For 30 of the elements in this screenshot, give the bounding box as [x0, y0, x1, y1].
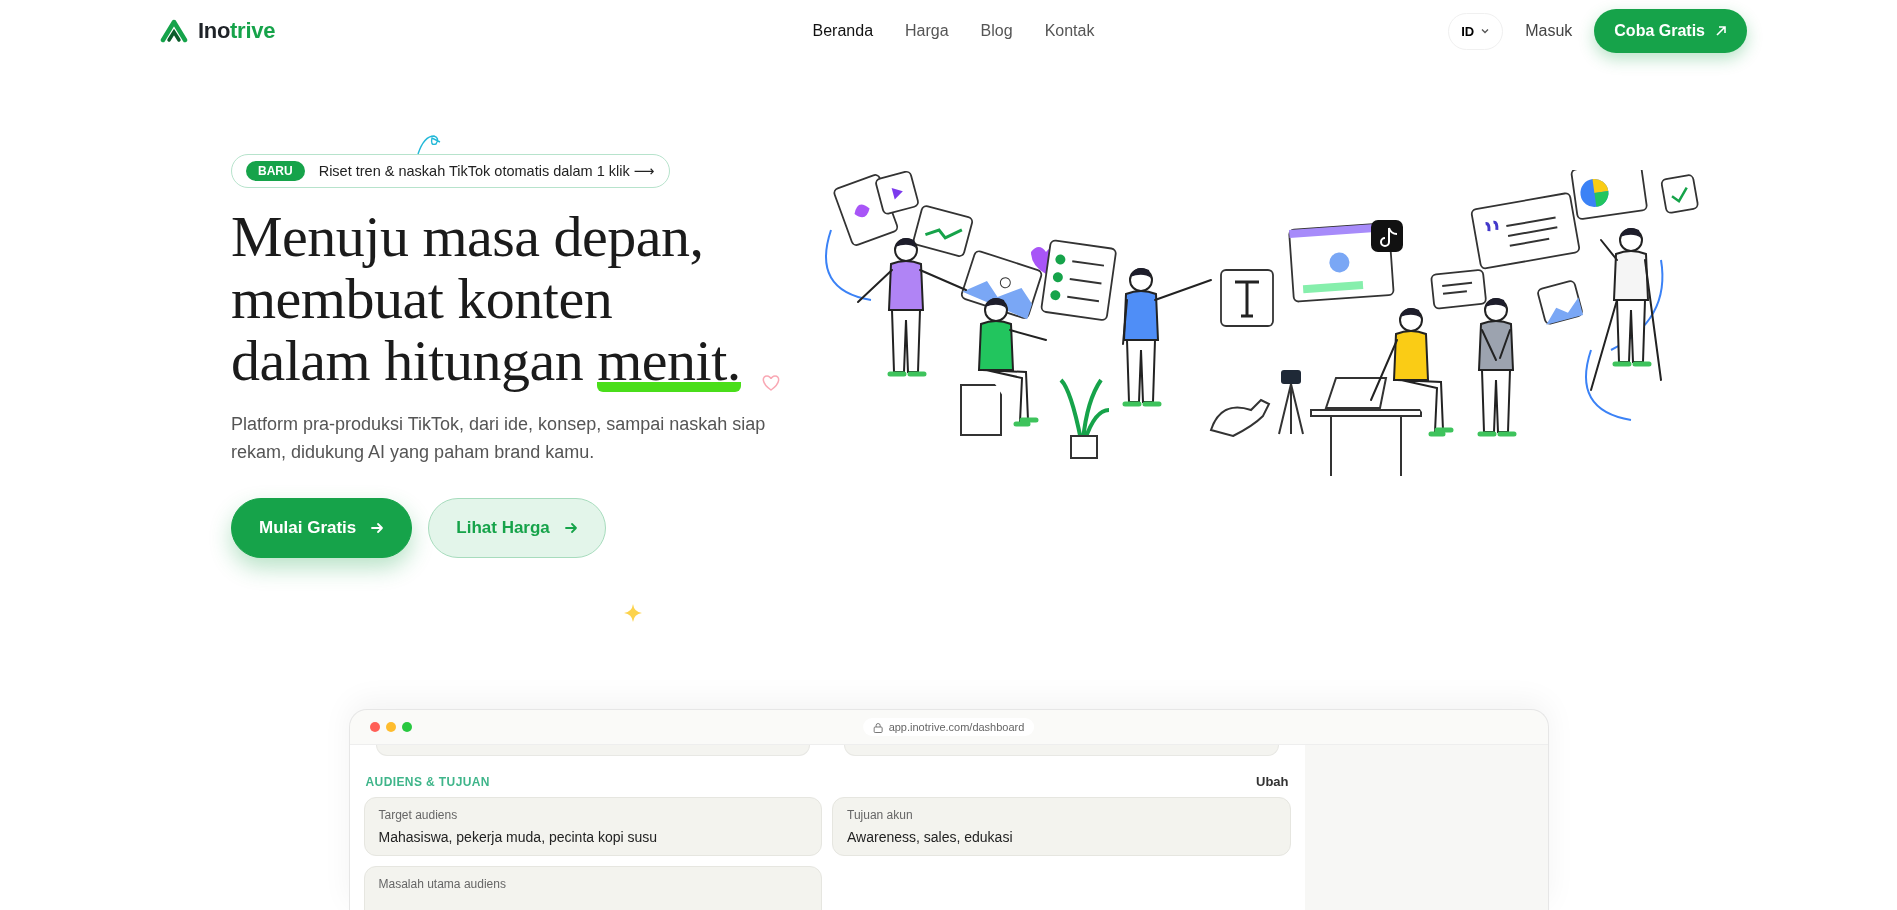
nav-link[interactable]: Blog: [980, 22, 1013, 40]
url-text: app.inotrive.com/dashboard: [888, 721, 1025, 733]
lock-icon: [872, 721, 883, 733]
arrow-right-icon: [370, 521, 385, 535]
field-value: Mahasiswa, pekerja muda, pecinta kopi susu: [378, 829, 659, 845]
minimize-dot-icon: [385, 722, 396, 732]
language-selector[interactable]: ID: [1448, 12, 1504, 50]
arrow-right-icon: [563, 521, 578, 535]
new-tag: BARU: [246, 161, 305, 181]
field-label: Tujuan akun: [847, 808, 914, 822]
field-label: Target audiens: [378, 808, 459, 822]
nav-link[interactable]: Kontak: [1044, 22, 1095, 40]
field-value: Awareness, sales, edukasi: [847, 829, 1014, 845]
section-title: AUDIENS & TUJUAN: [365, 774, 490, 789]
maximize-dot-icon: [401, 722, 412, 732]
sparkle-icon: [624, 604, 642, 622]
logo-icon: [160, 19, 188, 43]
close-dot-icon: [369, 722, 380, 732]
hero-headline: Menuju masa depan, membuat konten dalam hitungan menit.: [231, 206, 741, 392]
hero-subtitle: Platform pra-produksi TikTok, dari ide, konsep, sampai naskah siap rekam, didukung AI yang paham brand kamu.: [231, 413, 767, 464]
login-link[interactable]: Masuk: [1525, 22, 1573, 40]
nav-link[interactable]: Beranda: [812, 22, 874, 40]
edit-link[interactable]: Ubah: [1256, 774, 1289, 789]
brand-name[interactable]: Inotrive: [198, 18, 276, 44]
announcement-text: Riset tren & naskah TikTok otomatis dalam 1 klik ⟶: [318, 163, 655, 179]
heart-icon: [761, 374, 781, 392]
nav-link[interactable]: Harga: [905, 22, 949, 40]
arrow-up-right-icon: [1715, 25, 1727, 37]
chevron-down-icon: [1480, 26, 1491, 36]
field-label: Masalah utama audiens: [378, 877, 507, 891]
